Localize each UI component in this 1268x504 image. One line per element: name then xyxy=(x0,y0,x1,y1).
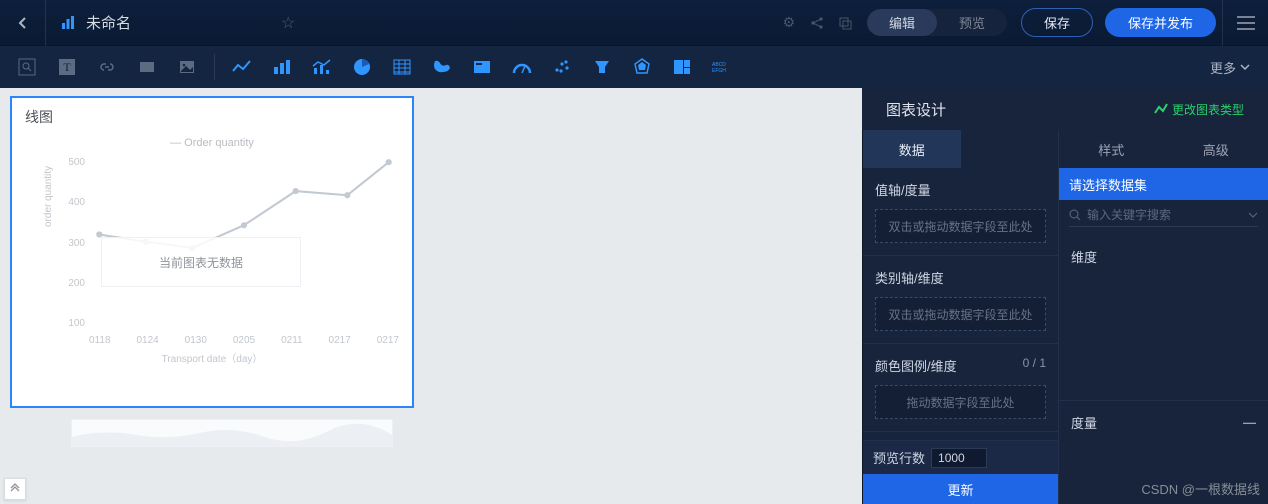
combo-chart-tool[interactable] xyxy=(306,51,338,83)
dimension-section: 维度 xyxy=(1059,235,1268,278)
line-icon xyxy=(1154,103,1168,115)
color-legend-dropzone[interactable]: 拖动数据字段至此处 xyxy=(875,385,1046,419)
measure-section: 度量 — xyxy=(1059,400,1268,444)
preview-rows-input[interactable] xyxy=(931,448,987,468)
rect-tool[interactable] xyxy=(131,51,163,83)
x-axis-label: Transport date（day） xyxy=(11,350,413,365)
value-axis-section: 值轴/度量 双击或拖动数据字段至此处 xyxy=(863,168,1058,256)
dropdown-icon[interactable] xyxy=(1248,210,1258,220)
top-bar: 未命名 ☆ ⚙ 编辑 预览 保存 保存并发布 xyxy=(0,0,1268,46)
chevron-down-icon xyxy=(1240,62,1250,72)
color-legend-count: 0 / 1 xyxy=(1023,356,1046,375)
menu-icon[interactable] xyxy=(1222,0,1268,46)
change-chart-type[interactable]: 更改图表类型 xyxy=(1154,101,1244,118)
more-tools[interactable]: 更多 xyxy=(1210,58,1260,77)
component-toolbar: T ABCDEFGH 更多 xyxy=(0,46,1268,88)
gauge-tool[interactable] xyxy=(506,51,538,83)
favorite-star-icon[interactable]: ☆ xyxy=(281,13,295,33)
category-axis-dropzone[interactable]: 双击或拖动数据字段至此处 xyxy=(875,297,1046,331)
y-axis-ticks: 500 400 300 200 100 xyxy=(59,157,85,329)
search-icon xyxy=(1069,209,1081,221)
measure-label: 度量 xyxy=(1071,413,1097,432)
map-tool[interactable] xyxy=(426,51,458,83)
category-axis-title: 类别轴/维度 xyxy=(875,268,1046,287)
panel-header: 图表设计 更改图表类型 xyxy=(862,88,1268,130)
main-area: ✧ ↔ 线图 — Order quantity order quantity 5… xyxy=(0,88,1268,504)
canvas[interactable]: ✧ ↔ 线图 — Order quantity order quantity 5… xyxy=(0,88,862,504)
table-tool[interactable] xyxy=(386,51,418,83)
chart-legend: — Order quantity xyxy=(11,137,413,149)
design-panel: 图表设计 更改图表类型 数据 值轴/度量 双击或拖动数据字段至此处 xyxy=(862,88,1268,504)
share-icon[interactable] xyxy=(803,9,831,37)
chart-title: 线图 xyxy=(11,97,413,131)
treemap-tool[interactable] xyxy=(666,51,698,83)
color-legend-title: 颜色图例/维度 xyxy=(875,356,957,375)
link-tool[interactable] xyxy=(91,51,123,83)
radar-tool[interactable] xyxy=(626,51,658,83)
svg-text:EFGH: EFGH xyxy=(712,68,726,74)
category-axis-section: 类别轴/维度 双击或拖动数据字段至此处 xyxy=(863,256,1058,344)
chart-body: — Order quantity order quantity 500 400 … xyxy=(11,137,413,377)
bar-chart-icon xyxy=(60,15,76,31)
panel-left: 数据 值轴/度量 双击或拖动数据字段至此处 类别轴/维度 双击或拖动数据字段至此… xyxy=(863,88,1059,504)
chevron-left-icon xyxy=(16,16,30,30)
design-tabs-left: 数据 xyxy=(863,130,1058,168)
update-button[interactable]: 更新 xyxy=(863,474,1058,504)
pie-chart-tool[interactable] xyxy=(346,51,378,83)
dataset-select-header[interactable]: 请选择数据集 xyxy=(1059,168,1268,200)
dataset-search xyxy=(1069,208,1258,227)
watermark: CSDN @一根数据线 xyxy=(1141,479,1260,498)
dataset-search-input[interactable] xyxy=(1087,208,1242,222)
x-axis-ticks: 0118 0124 0130 0205 0211 0217 0217 xyxy=(89,335,399,349)
funnel-tool[interactable] xyxy=(586,51,618,83)
heatmap-tool[interactable]: ABCDEFGH xyxy=(706,51,738,83)
bar-chart-tool[interactable] xyxy=(266,51,298,83)
svg-text:T: T xyxy=(63,60,71,74)
panel-title: 图表设计 xyxy=(886,99,946,120)
tab-edit[interactable]: 编辑 xyxy=(867,9,937,36)
page-title: 未命名 xyxy=(86,12,131,33)
filter-section: 过滤器 xyxy=(863,432,1058,440)
tab-style[interactable]: 样式 xyxy=(1059,130,1164,168)
image-tool[interactable] xyxy=(171,51,203,83)
panel-right: 样式 高级 请选择数据集 维度 度量 — xyxy=(1059,88,1268,504)
expand-panel-button[interactable] xyxy=(4,478,26,500)
tab-preview[interactable]: 预览 xyxy=(937,9,1007,36)
card-tool[interactable] xyxy=(466,51,498,83)
title-wrap: 未命名 ☆ xyxy=(46,12,309,33)
y-axis-label: order quantity xyxy=(43,166,54,227)
mode-tabs: 编辑 预览 xyxy=(867,9,1007,36)
value-axis-title: 值轴/度量 xyxy=(875,180,1046,199)
preview-rows-label: 预览行数 xyxy=(873,448,925,467)
settings-icon[interactable]: ⚙ xyxy=(775,9,803,37)
dimension-label: 维度 xyxy=(1071,247,1097,266)
collapse-measure-icon[interactable]: — xyxy=(1243,415,1256,430)
line-chart-tool[interactable] xyxy=(226,51,258,83)
design-tabs-right: 样式 高级 xyxy=(1059,130,1268,168)
tab-data[interactable]: 数据 xyxy=(863,130,961,168)
more-label: 更多 xyxy=(1210,58,1236,77)
chart-card[interactable]: 线图 — Order quantity order quantity 500 4… xyxy=(10,96,414,408)
save-publish-button[interactable]: 保存并发布 xyxy=(1105,8,1216,37)
scatter-tool[interactable] xyxy=(546,51,578,83)
preview-rows-bar: 预览行数 xyxy=(863,440,1058,474)
tab-advanced[interactable]: 高级 xyxy=(1164,130,1268,168)
copy-icon[interactable] xyxy=(831,9,859,37)
query-tool[interactable] xyxy=(11,51,43,83)
color-legend-section: 颜色图例/维度 0 / 1 拖动数据字段至此处 xyxy=(863,344,1058,432)
save-button[interactable]: 保存 xyxy=(1021,8,1093,37)
value-axis-dropzone[interactable]: 双击或拖动数据字段至此处 xyxy=(875,209,1046,243)
chart-scrubber[interactable] xyxy=(71,419,393,447)
text-tool[interactable]: T xyxy=(51,51,83,83)
line-chart-svg xyxy=(89,157,399,312)
dataset-search-row xyxy=(1059,200,1268,235)
back-button[interactable] xyxy=(0,0,46,46)
no-data-overlay: 当前图表无数据 xyxy=(101,237,301,287)
